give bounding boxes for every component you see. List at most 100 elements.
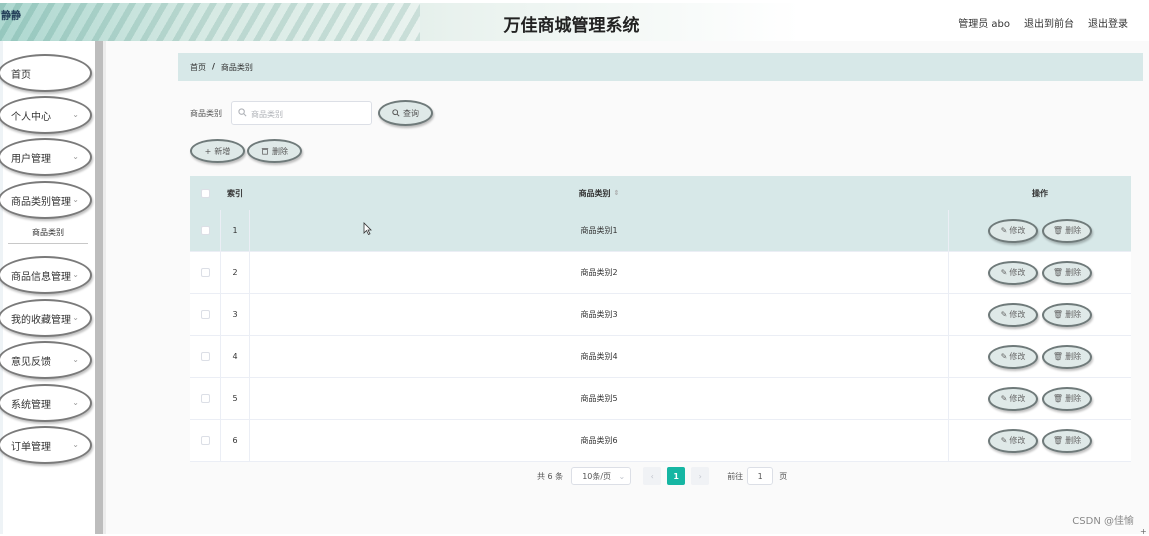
batch-delete-label: 删除 xyxy=(272,146,288,156)
sidebar-item-label: 订单管理 xyxy=(11,441,51,453)
delete-button[interactable]: 🗑 删除 xyxy=(1042,344,1092,369)
sidebar-item-label: 商品类别管理 xyxy=(11,196,71,208)
batch-delete-button[interactable]: 删除 xyxy=(247,139,302,163)
table-row[interactable]: 3 商品类别3 ✎ 修改 🗑 删除 xyxy=(190,294,1131,336)
logout-link[interactable]: 退出登录 xyxy=(1088,15,1128,30)
row-checkbox[interactable] xyxy=(200,268,210,277)
delete-button[interactable]: 🗑 删除 xyxy=(1042,386,1092,411)
chevron-down-icon: ⌄ xyxy=(72,152,79,161)
next-page-button[interactable]: › xyxy=(691,467,710,485)
row-ops: ✎ 修改 🗑 删除 xyxy=(948,336,1131,377)
sidebar-item-user-management[interactable]: 用户管理 ⌄ xyxy=(0,138,92,176)
sidebar-item-label: 个人中心 xyxy=(11,111,51,123)
sidebar-item-home[interactable]: 首页 xyxy=(0,54,92,92)
search-placeholder: 商品类别 xyxy=(251,110,283,119)
sidebar-item-orders[interactable]: 订单管理 ⌄ xyxy=(0,426,92,464)
search-label: 商品类别 xyxy=(190,109,222,118)
row-index: 6 xyxy=(220,420,250,461)
row-index: 3 xyxy=(220,294,250,335)
edit-button[interactable]: ✎ 修改 xyxy=(988,260,1038,285)
table-row[interactable]: 6 商品类别6 ✎ 修改 🗑 删除 xyxy=(190,420,1131,462)
trash-icon: 🗑 xyxy=(1052,310,1064,319)
prev-page-button[interactable]: ‹ xyxy=(643,467,662,485)
page-number-current[interactable]: 1 xyxy=(667,467,686,485)
sidebar-item-label: 商品信息管理 xyxy=(11,271,71,283)
edit-button[interactable]: ✎ 修改 xyxy=(988,344,1038,369)
query-button-label: 查询 xyxy=(403,108,419,118)
row-index: 5 xyxy=(220,378,250,419)
delete-button[interactable]: 🗑 删除 xyxy=(1042,260,1092,285)
edit-icon: ✎ xyxy=(1000,394,1008,403)
goto-label: 前往 xyxy=(727,471,744,481)
sidebar-item-product-info[interactable]: 商品信息管理 ⌄ xyxy=(0,256,92,294)
delete-button[interactable]: 🗑 删除 xyxy=(1042,428,1092,453)
edit-button-label: 修改 xyxy=(1009,268,1026,277)
add-button[interactable]: + 新增 xyxy=(190,139,245,163)
breadcrumb-home[interactable]: 首页 xyxy=(190,62,206,72)
header-name[interactable]: 商品类别 ⇕ xyxy=(250,176,948,210)
sidebar-item-category-management[interactable]: 商品类别管理 ⌄ xyxy=(0,181,92,219)
row-checkbox[interactable] xyxy=(200,310,210,319)
row-checkbox[interactable] xyxy=(200,226,210,235)
trash-icon: 🗑 xyxy=(1052,436,1064,445)
sort-icon[interactable]: ⇕ xyxy=(614,189,620,197)
delete-button-label: 删除 xyxy=(1065,268,1082,277)
trash-icon: 🗑 xyxy=(1052,394,1064,403)
edit-button-label: 修改 xyxy=(1009,394,1026,403)
header-ops: 操作 xyxy=(1032,188,1048,198)
delete-button[interactable]: 🗑 删除 xyxy=(1042,218,1092,243)
sidebar-item-favorites[interactable]: 我的收藏管理 ⌄ xyxy=(0,299,92,337)
edit-button[interactable]: ✎ 修改 xyxy=(988,386,1038,411)
sidebar-item-system[interactable]: 系统管理 ⌄ xyxy=(0,384,92,422)
edit-button[interactable]: ✎ 修改 xyxy=(988,428,1038,453)
edit-button[interactable]: ✎ 修改 xyxy=(988,302,1038,327)
edit-button-label: 修改 xyxy=(1009,226,1026,235)
row-name: 商品类别5 xyxy=(580,394,618,403)
page-unit-label: 页 xyxy=(779,471,788,481)
delete-button[interactable]: 🗑 删除 xyxy=(1042,302,1092,327)
table-row[interactable]: 5 商品类别5 ✎ 修改 🗑 删除 xyxy=(190,378,1131,420)
row-checkbox-cell xyxy=(190,294,220,335)
mouse-cursor-icon xyxy=(363,222,372,235)
delete-button-label: 删除 xyxy=(1065,310,1082,319)
table-row[interactable]: 1 商品类别1 ✎ 修改 🗑 删除 xyxy=(190,210,1131,252)
top-header: 静静 万佳商城管理系统 管理员 abo 退出到前台 退出登录 xyxy=(0,3,1143,41)
trash-icon: 🗑 xyxy=(1052,226,1064,235)
sidebar-subitem-category[interactable]: 商品类别 xyxy=(8,224,88,244)
sidebar-item-label: 首页 xyxy=(11,69,31,81)
table-row[interactable]: 4 商品类别4 ✎ 修改 🗑 删除 xyxy=(190,336,1131,378)
delete-button-label: 删除 xyxy=(1065,436,1082,445)
query-button[interactable]: 查询 xyxy=(378,100,433,126)
row-ops: ✎ 修改 🗑 删除 xyxy=(948,252,1131,293)
goto-page-input[interactable]: 1 xyxy=(747,467,774,485)
delete-button-label: 删除 xyxy=(1065,352,1082,361)
sidebar-item-feedback[interactable]: 意见反馈 ⌄ xyxy=(0,341,92,379)
page-size-select[interactable]: 10条/页 ⌄ xyxy=(571,467,632,485)
breadcrumb-separator: / xyxy=(212,62,215,71)
page-size-value: 10条/页 xyxy=(582,471,612,481)
edit-button-label: 修改 xyxy=(1009,310,1026,319)
search-icon xyxy=(238,108,247,117)
row-ops: ✎ 修改 🗑 删除 xyxy=(948,378,1131,419)
watermark: CSDN @佳愉 xyxy=(1072,516,1134,527)
chevron-right-icon: › xyxy=(698,471,702,481)
table-row[interactable]: 2 商品类别2 ✎ 修改 🗑 删除 xyxy=(190,252,1131,294)
delete-button-label: 删除 xyxy=(1065,226,1082,235)
pagination: 共 6 条 10条/页 ⌄ ‹ 1 › 前往 1 页 xyxy=(537,467,787,485)
row-checkbox[interactable] xyxy=(200,436,210,445)
row-checkbox[interactable] xyxy=(200,394,210,403)
select-all-checkbox[interactable] xyxy=(200,188,210,198)
sidebar-item-personal-center[interactable]: 个人中心 ⌄ xyxy=(0,96,92,134)
row-name: 商品类别6 xyxy=(580,436,618,445)
edit-button[interactable]: ✎ 修改 xyxy=(988,218,1038,243)
row-checkbox-cell xyxy=(190,252,220,293)
edit-button-label: 修改 xyxy=(1009,436,1026,445)
row-ops: ✎ 修改 🗑 删除 xyxy=(948,210,1131,251)
sidebar-scrollbar[interactable] xyxy=(95,41,103,534)
row-checkbox[interactable] xyxy=(200,352,210,361)
search-input[interactable]: 商品类别 xyxy=(231,101,372,125)
admin-user-label[interactable]: 管理员 abo xyxy=(958,15,1010,30)
edit-icon: ✎ xyxy=(1000,352,1008,361)
edit-button-label: 修改 xyxy=(1009,352,1026,361)
exit-to-front-link[interactable]: 退出到前台 xyxy=(1024,15,1074,30)
